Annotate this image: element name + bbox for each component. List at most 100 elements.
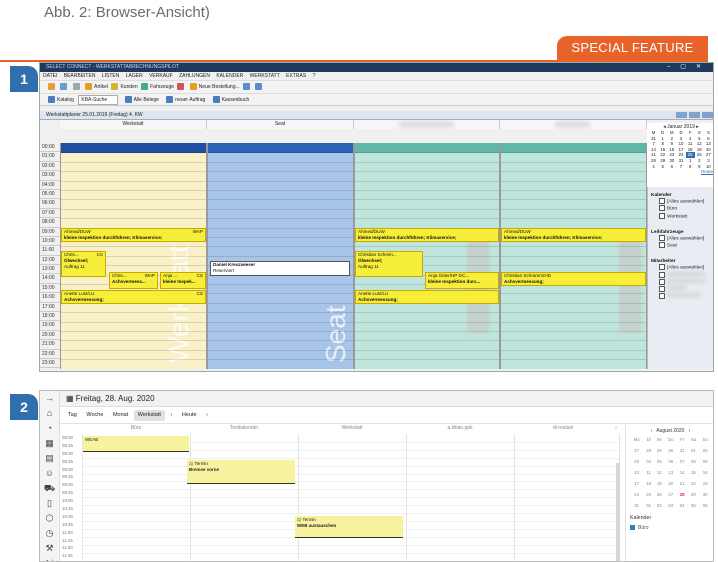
- customers-button[interactable]: Kunden: [120, 84, 137, 90]
- next-columns-icon[interactable]: ›: [610, 425, 622, 433]
- month-calendar[interactable]: ‹ August 2020 › Mo Di Mi Do Fr Sa So 27 28 29 30 3…: [625, 425, 713, 561]
- menu-listen[interactable]: LISTEN: [102, 73, 120, 79]
- menu-extras[interactable]: EXTRAS: [286, 73, 306, 79]
- filter-employee-1[interactable]: [659, 271, 712, 279]
- grid-line: [355, 349, 499, 351]
- print-icon[interactable]: [60, 83, 68, 91]
- event-ahmed-2[interactable]: Ahmed/DUW kleine Inspektion durchführen; …: [355, 228, 499, 242]
- calendar-icon[interactable]: ▦: [40, 436, 59, 451]
- event-bremse[interactable]: ▤ Termin Bremse vorne: [187, 460, 295, 484]
- month-calendar-grid[interactable]: Mo Di Mi Do Fr Sa So 27 28 29 30 31 01 02 03 04 05 06 07…: [630, 434, 711, 511]
- schedule-icon[interactable]: ▤: [40, 451, 59, 466]
- catalog-icon: [48, 96, 55, 104]
- grid-line: [299, 441, 406, 443]
- filter-select-all[interactable]: [Alles auswählen]: [659, 198, 712, 205]
- calendar-column-4[interactable]: [500, 143, 647, 369]
- event-christian-oil[interactable]: Chris... CS Ölwechsel; Auftrag 11: [61, 251, 106, 277]
- new-order-button[interactable]: Neue Bestellung...: [199, 84, 240, 90]
- prev-icon[interactable]: ‹: [166, 407, 176, 424]
- menu-help[interactable]: ?: [313, 73, 316, 79]
- export-icon[interactable]: ⇲: [40, 556, 59, 561]
- event-icon-2: ▤: [297, 517, 302, 522]
- box-icon[interactable]: ⬡: [40, 511, 59, 526]
- mini-calendar[interactable]: ◂ Januar 2019 ▸ MDMDFSS 31 1 2 3 4 5 6 7 8 9 10 11…: [647, 123, 713, 187]
- today-link[interactable]: Heute: [649, 169, 713, 174]
- all-documents-button[interactable]: Alle Belege: [134, 97, 159, 103]
- grid-line: [208, 340, 353, 342]
- filter-seat[interactable]: Seat: [659, 242, 712, 249]
- window-icon[interactable]: [255, 83, 263, 91]
- event-web[interactable]: ▤ Termin WEB austauschen: [295, 516, 403, 538]
- mini-calendar-grid[interactable]: MDMDFSS 31 1 2 3 4 5 6 7 8 9 10 11 12 13 14 15 16 17 18 1…: [649, 130, 713, 169]
- articles-button[interactable]: Artikel: [94, 84, 108, 90]
- event-anette-2[interactable]: Anette Lutz/LU Achsvermessung;: [355, 290, 499, 304]
- tab-month[interactable]: Monat: [109, 407, 132, 424]
- menu-lager[interactable]: LAGER: [126, 73, 143, 79]
- cashbook-button[interactable]: Kassenbuch: [222, 97, 250, 103]
- event-christian-axle[interactable]: Chris... WAP Achsvermess...: [109, 272, 158, 289]
- event-weab[interactable]: WEAB: [83, 436, 189, 452]
- event-anette[interactable]: Anette Lutz/LU CS Achsvermessung;: [61, 290, 206, 304]
- col-kilian[interactable]: [406, 434, 514, 561]
- arrow-icon[interactable]: →: [40, 391, 59, 406]
- menu-zahlungen[interactable]: ZAHLUNGEN: [179, 73, 210, 79]
- grid-line: [407, 489, 514, 491]
- col-buero[interactable]: [82, 434, 190, 561]
- event-ahmed[interactable]: Ahmed/DUW WAP kleine Inspektion durchführ…: [61, 228, 206, 242]
- event-anja[interactable]: Anja ... CS kleine Inspek...: [160, 272, 206, 289]
- planner-window-controls[interactable]: [674, 112, 713, 122]
- filter-employee-4[interactable]: [659, 292, 712, 300]
- menu-verkauf[interactable]: VERKAUF: [149, 73, 173, 79]
- scrollbar[interactable]: [616, 463, 620, 561]
- new-job-button[interactable]: neuer Auftrag: [175, 97, 205, 103]
- next-icon[interactable]: ›: [202, 407, 212, 424]
- tab-day[interactable]: Tag: [64, 407, 81, 424]
- filter-buero[interactable]: Büro: [659, 205, 712, 212]
- tools-icon[interactable]: [177, 83, 185, 91]
- kba-search-select[interactable]: KBA-Suche: [78, 95, 119, 105]
- grid-line: [61, 312, 206, 314]
- home-icon[interactable]: ⌂: [40, 406, 59, 421]
- grid-line: [61, 152, 206, 154]
- home-icon[interactable]: [48, 83, 55, 91]
- grid-line: [501, 246, 646, 248]
- car-icon[interactable]: ⛟: [40, 481, 59, 496]
- filter-employee-2[interactable]: [659, 278, 712, 286]
- grid-line: [299, 473, 406, 475]
- grid-line: [501, 208, 646, 210]
- dashboard-icon[interactable]: ◔: [40, 421, 59, 436]
- column-header-blurred-2: [500, 120, 647, 129]
- col-header-buero: Büro: [130, 425, 142, 431]
- calendar-toggle-buero[interactable]: Büro: [630, 525, 711, 531]
- people-icon[interactable]: ☺: [40, 466, 59, 481]
- menu-kalender[interactable]: KALENDER: [216, 73, 243, 79]
- clock-icon[interactable]: ◷: [40, 526, 59, 541]
- event-christian-2[interactable]: Christian Schrein... Ölwechsel; Auftrag 11: [355, 251, 423, 277]
- event-daniel[interactable]: Daniel Kreuzwieser Reserviert: [210, 261, 350, 276]
- catalog-label[interactable]: Katalog: [57, 97, 74, 103]
- event-anja-2[interactable]: Anja Güler/HP DC... kleine Inspektion dur…: [425, 272, 499, 289]
- filter-employee-3[interactable]: [659, 285, 712, 293]
- vehicles-button[interactable]: Fahrzeuge: [150, 84, 174, 90]
- wrench-icon[interactable]: ⚒: [40, 541, 59, 556]
- col-testkalender[interactable]: [190, 434, 298, 561]
- event-christian-schramm[interactable]: Christian Schramm/HD Achsvermessung;: [501, 272, 646, 286]
- today-button[interactable]: Heute: [178, 407, 201, 424]
- list-icon[interactable]: [72, 83, 80, 91]
- menu-bar: DATEI BEARBEITEN LISTEN LAGER VERKAUF ZA…: [40, 72, 713, 81]
- tab-week[interactable]: Woche: [82, 407, 107, 424]
- document-icon[interactable]: ▯: [40, 496, 59, 511]
- event-col4-ahmed[interactable]: Ahmed/DUW kleine Inspektion durchführen; …: [501, 228, 646, 242]
- calendar-column-seat[interactable]: Seat: [207, 143, 354, 369]
- filter-werkstatt[interactable]: Werkstatt: [659, 213, 712, 220]
- menu-datei[interactable]: DATEI: [43, 73, 57, 79]
- col-werkstatt[interactable]: [298, 434, 406, 561]
- window-controls[interactable]: –▢✕: [667, 63, 711, 72]
- filter-select-all-3[interactable]: [Alles auswählen]: [659, 264, 712, 271]
- filter-select-all-2[interactable]: [Alles auswählen]: [659, 235, 712, 242]
- grid-icon[interactable]: [243, 83, 251, 91]
- tab-werkstatt[interactable]: Werkstatt: [133, 410, 165, 421]
- menu-bearbeiten[interactable]: BEARBEITEN: [64, 73, 96, 79]
- menu-werkstatt[interactable]: WERKSTATT: [250, 73, 280, 79]
- col-restsel[interactable]: [514, 434, 620, 561]
